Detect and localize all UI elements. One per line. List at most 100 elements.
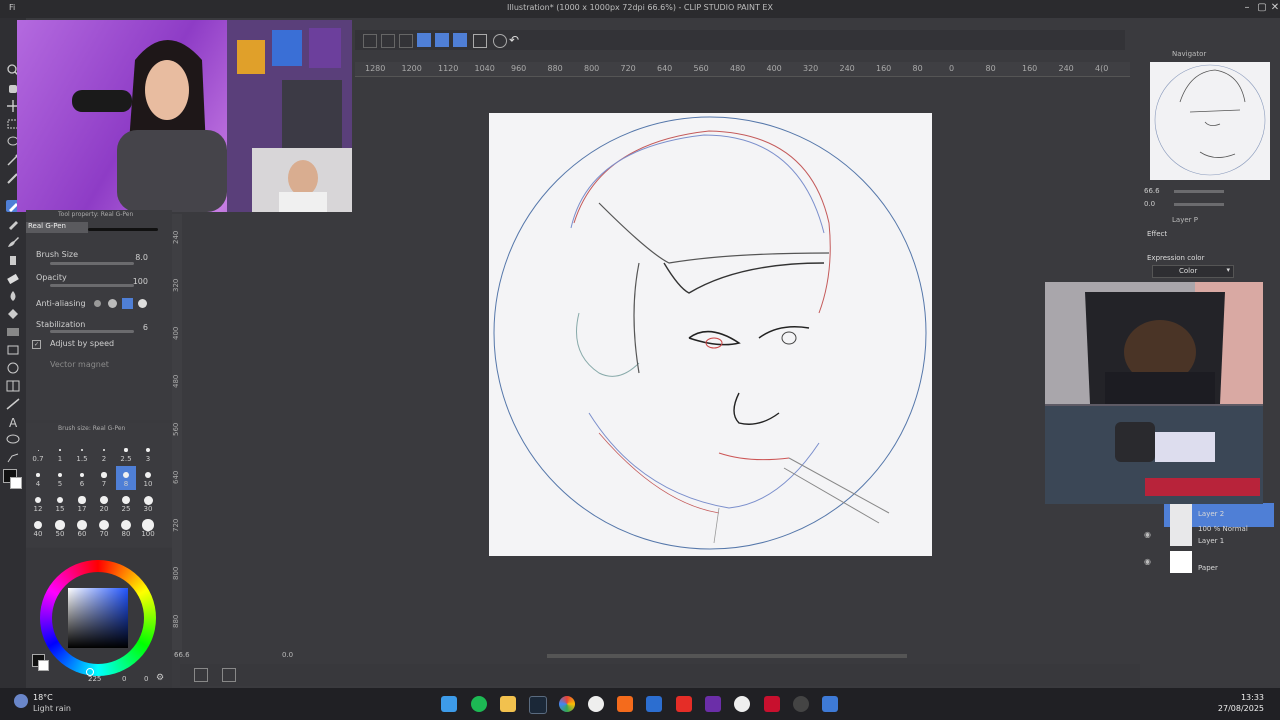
windows-start-icon[interactable] [441, 696, 457, 712]
navigator-rotation[interactable]: 0.0 [1144, 200, 1155, 208]
firefox-icon[interactable] [617, 696, 633, 712]
clock-time[interactable]: 13:33 [1224, 693, 1264, 702]
airbrush-tool-icon[interactable] [6, 254, 20, 266]
brush-size-option[interactable]: 2 [94, 441, 114, 465]
brush-size-option[interactable]: 5 [50, 466, 70, 490]
brush-size-option[interactable]: 4 [28, 466, 48, 490]
canvas-zoom[interactable]: 66.6 [174, 651, 190, 659]
adjust-checkbox[interactable]: ✓ [32, 340, 41, 349]
text-tool-icon[interactable]: A [6, 416, 20, 430]
chatgpt-icon[interactable] [588, 696, 604, 712]
cmd-icon-1[interactable] [363, 34, 377, 48]
saturation-square[interactable] [68, 588, 128, 648]
brush-size-option[interactable]: 60 [72, 516, 92, 540]
snap-grid-icon[interactable] [435, 33, 449, 47]
sub-color-swatch[interactable] [10, 477, 22, 489]
brush-name[interactable]: Real G-Pen [26, 222, 88, 233]
brush-tool-icon[interactable] [6, 236, 20, 248]
gradient-tool-icon[interactable] [6, 326, 20, 338]
color-settings-icon[interactable]: ⚙ [156, 673, 164, 683]
brush-size-option[interactable]: 7 [94, 466, 114, 490]
drawing-canvas[interactable] [489, 113, 932, 556]
webcam-overlay-main [17, 20, 352, 212]
voicemeeter-icon[interactable] [764, 696, 780, 712]
brush-size-slider[interactable] [50, 262, 134, 265]
brush-size-option[interactable]: 30 [138, 491, 158, 515]
brush-size-option[interactable]: 50 [50, 516, 70, 540]
antialias-selector[interactable] [94, 298, 156, 309]
eraser-tool-icon[interactable] [6, 272, 20, 285]
brush-size-option[interactable]: 100 [138, 516, 158, 540]
photo-editor-icon[interactable] [822, 696, 838, 712]
snap-special-icon[interactable] [453, 33, 467, 47]
horizontal-scrollbar[interactable] [547, 654, 907, 658]
clock-date[interactable]: 27/08/2025 [1214, 704, 1264, 713]
brush-size-option[interactable]: 12 [28, 491, 48, 515]
layer-row-paper[interactable]: Paper [1164, 550, 1274, 574]
brush-size-option[interactable]: 2.5 [116, 441, 136, 465]
file-explorer-icon[interactable] [500, 696, 516, 712]
opacity-slider[interactable] [50, 284, 134, 287]
brush-size-option[interactable]: 70 [94, 516, 114, 540]
close-button[interactable]: ✕ [1268, 2, 1280, 14]
ellipse-tool-icon[interactable] [6, 362, 20, 374]
layer-list-icon[interactable] [194, 668, 208, 682]
cmd-icon-3[interactable] [399, 34, 413, 48]
navigator-rotate-slider[interactable] [1174, 203, 1224, 206]
layer-row-layer1[interactable]: 100 % Normal Layer 1 [1164, 523, 1274, 547]
brush-size-option[interactable]: 6 [72, 466, 92, 490]
expression-color-select[interactable]: Color ▾ [1152, 265, 1234, 278]
layer-grid-icon[interactable] [222, 668, 236, 682]
chrome-icon[interactable] [559, 696, 575, 712]
eye-icon[interactable]: ◉ [1144, 557, 1151, 566]
help-icon[interactable] [493, 34, 507, 48]
brush-size-option[interactable]: 1.5 [72, 441, 92, 465]
navigator-zoom-slider[interactable] [1174, 190, 1224, 193]
brush-size-label: 7 [101, 480, 107, 488]
brush-size-option[interactable]: 20 [94, 491, 114, 515]
maximize-button[interactable]: ▢ [1255, 2, 1269, 14]
clip-studio-icon[interactable] [734, 696, 750, 712]
brush-size-option[interactable]: 40 [28, 516, 48, 540]
undo-icon[interactable]: ↶ [509, 33, 519, 47]
fill-tool-icon[interactable] [6, 308, 20, 320]
media-player-icon[interactable] [793, 696, 809, 712]
stabilization-slider[interactable] [50, 330, 134, 333]
brush-size-option[interactable]: 8 [116, 466, 136, 490]
youtube-icon[interactable] [676, 696, 692, 712]
brush-size-option[interactable]: 0.7 [28, 441, 48, 465]
canvas-angle[interactable]: 0.0 [282, 651, 293, 659]
brush-size-option[interactable]: 17 [72, 491, 92, 515]
cmd-icon-2[interactable] [381, 34, 395, 48]
brush-size-dot [80, 448, 84, 452]
brush-size-option[interactable]: 10 [138, 466, 158, 490]
brush-size-option[interactable]: 80 [116, 516, 136, 540]
navigator-zoom[interactable]: 66.6 [1144, 187, 1160, 195]
balloon-tool-icon[interactable] [6, 434, 20, 446]
store-icon[interactable] [646, 696, 662, 712]
correct-line-icon[interactable] [6, 452, 20, 464]
ruler-tool-icon[interactable] [6, 398, 20, 410]
stabilization-value[interactable]: 6 [143, 323, 148, 332]
weather-icon[interactable] [14, 694, 28, 708]
pencil-tool-icon[interactable] [6, 218, 20, 230]
opacity-value[interactable]: 100 [133, 277, 148, 286]
next-app-icon[interactable] [705, 696, 721, 712]
brush-size-option[interactable]: 15 [50, 491, 70, 515]
brush-size-option[interactable]: 3 [138, 441, 158, 465]
eye-icon[interactable]: ◉ [1144, 530, 1151, 539]
brush-size-option[interactable]: 25 [116, 491, 136, 515]
settings-icon[interactable] [473, 34, 487, 48]
navigator-preview[interactable] [1150, 62, 1270, 180]
brush-size-option[interactable]: 1 [50, 441, 70, 465]
frame-tool-icon[interactable] [6, 380, 20, 392]
minimize-button[interactable]: – [1240, 2, 1254, 14]
snap-ruler-icon[interactable] [417, 33, 431, 47]
ruler-tick-label: 1280 [365, 64, 386, 73]
steam-icon[interactable] [529, 696, 547, 714]
spotify-icon[interactable] [471, 696, 487, 712]
brush-size-value[interactable]: 8.0 [135, 253, 148, 262]
color-sub-swatch[interactable] [38, 660, 49, 671]
figure-tool-icon[interactable] [6, 344, 20, 356]
blend-tool-icon[interactable] [6, 290, 20, 302]
